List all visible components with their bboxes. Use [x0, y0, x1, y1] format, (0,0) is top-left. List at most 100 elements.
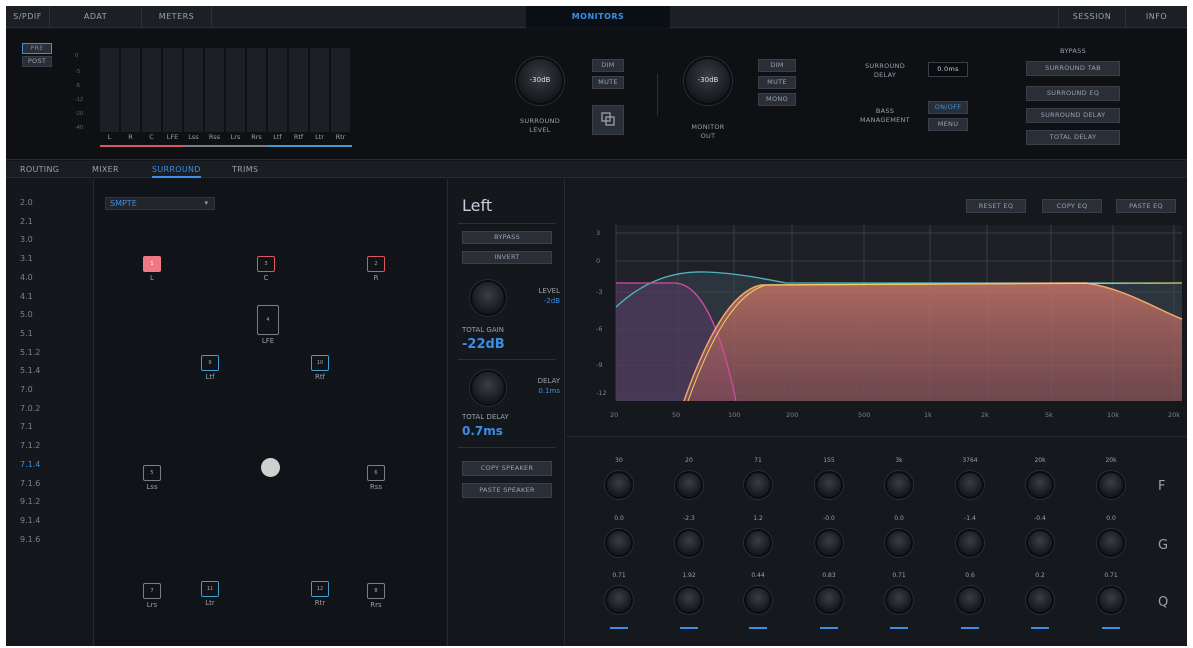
band-q-knob[interactable]	[956, 586, 984, 614]
band-gain-knob[interactable]	[956, 529, 984, 557]
paste-speaker-button[interactable]: PASTE SPEAKER	[462, 483, 552, 498]
bass-management-onoff-button[interactable]: ON/OFF	[928, 101, 968, 114]
copy-speaker-button[interactable]: COPY SPEAKER	[462, 461, 552, 476]
format-item-2-1[interactable]: 2.1	[20, 217, 33, 226]
channel-level-knob[interactable]	[470, 280, 506, 316]
monitor-mute-button[interactable]: MUTE	[758, 76, 796, 89]
tab-routing[interactable]: ROUTING	[20, 161, 59, 178]
pre-button[interactable]: PRE	[22, 43, 52, 54]
speaker-lss-button[interactable]: 5	[143, 465, 161, 481]
format-item-5-1-4[interactable]: 5.1.4	[20, 366, 40, 375]
speaker-l-button[interactable]: 1	[143, 256, 161, 272]
band-frequency-knob[interactable]	[815, 471, 843, 499]
band-q-knob[interactable]	[1097, 586, 1125, 614]
tab-monitors[interactable]: MONITORS	[526, 6, 670, 28]
tab-surround[interactable]: SURROUND	[152, 161, 201, 178]
tab-meters[interactable]: METERS	[142, 6, 212, 28]
speaker-rtr-button[interactable]: 12	[311, 581, 329, 597]
surround-mute-button[interactable]: MUTE	[592, 76, 624, 89]
post-button[interactable]: POST	[22, 56, 52, 67]
format-item-4-1[interactable]: 4.1	[20, 292, 33, 301]
band-gain-knob[interactable]	[885, 529, 913, 557]
band-q-knob[interactable]	[744, 586, 772, 614]
band-filter-type-indicator[interactable]	[820, 627, 838, 629]
format-item-3-0[interactable]: 3.0	[20, 235, 33, 244]
band-q-knob[interactable]	[1026, 586, 1054, 614]
monitor-mono-button[interactable]: MONO	[758, 93, 796, 106]
bass-management-menu-button[interactable]: MENU	[928, 118, 968, 131]
speaker-rrs-button[interactable]: 8	[367, 583, 385, 599]
band-frequency-knob[interactable]	[744, 471, 772, 499]
tab-adat[interactable]: ADAT	[50, 6, 142, 28]
tab-mixer[interactable]: MIXER	[92, 161, 119, 178]
format-item-7-0[interactable]: 7.0	[20, 385, 33, 394]
band-q-knob[interactable]	[885, 586, 913, 614]
band-frequency-knob[interactable]	[1097, 471, 1125, 499]
band-gain-knob[interactable]	[1026, 529, 1054, 557]
monitor-dim-button[interactable]: DIM	[758, 59, 796, 72]
layout-select[interactable]: SMPTE ▾	[105, 197, 215, 210]
band-gain-knob[interactable]	[815, 529, 843, 557]
eq-curve-graph[interactable]	[566, 179, 1187, 435]
band-gain-knob[interactable]	[1097, 529, 1125, 557]
surround-level-label: LEVEL	[529, 126, 551, 134]
tab-trims[interactable]: TRIMS	[232, 161, 258, 178]
surround-level-knob[interactable]: -30dB	[516, 57, 564, 105]
band-filter-type-indicator[interactable]	[680, 627, 698, 629]
format-item-7-1-2[interactable]: 7.1.2	[20, 441, 40, 450]
band-q-knob[interactable]	[605, 586, 633, 614]
band-gain-knob[interactable]	[675, 529, 703, 557]
format-item-9-1-2[interactable]: 9.1.2	[20, 497, 40, 506]
band-frequency-knob[interactable]	[1026, 471, 1054, 499]
format-item-2-0[interactable]: 2.0	[20, 198, 33, 207]
band-frequency-knob[interactable]	[885, 471, 913, 499]
surround-delay-field[interactable]: 0.0ms	[928, 62, 968, 77]
speaker-rss-button[interactable]: 6	[367, 465, 385, 481]
bypass-surround-eq-button[interactable]: SURROUND EQ	[1026, 86, 1120, 101]
surround-dim-button[interactable]: DIM	[592, 59, 624, 72]
monitor-out-knob[interactable]: -30dB	[684, 57, 732, 105]
bypass-surround-tab-button[interactable]: SURROUND TAB	[1026, 61, 1120, 76]
format-item-9-1-4[interactable]: 9.1.4	[20, 516, 40, 525]
band-frequency-knob[interactable]	[956, 471, 984, 499]
speaker-r-button[interactable]: 2	[367, 256, 385, 272]
listener-position-handle[interactable]	[261, 458, 280, 477]
speaker-lfe-button[interactable]: 4	[257, 305, 279, 335]
channel-bypass-button[interactable]: BYPASS	[462, 231, 552, 244]
band-gain-knob[interactable]	[605, 529, 633, 557]
format-item-4-0[interactable]: 4.0	[20, 273, 33, 282]
format-item-9-1-6[interactable]: 9.1.6	[20, 535, 40, 544]
bypass-total-delay-button[interactable]: TOTAL DELAY	[1026, 130, 1120, 145]
speaker-ltr-button[interactable]: 11	[201, 581, 219, 597]
format-item-7-1-4[interactable]: 7.1.4	[20, 460, 40, 469]
band-filter-type-indicator[interactable]	[961, 627, 979, 629]
format-item-7-0-2[interactable]: 7.0.2	[20, 404, 40, 413]
speaker-lrs-button[interactable]: 7	[143, 583, 161, 599]
band-frequency-knob[interactable]	[605, 471, 633, 499]
band-filter-type-indicator[interactable]	[1031, 627, 1049, 629]
band-filter-type-indicator[interactable]	[749, 627, 767, 629]
band-filter-type-indicator[interactable]	[890, 627, 908, 629]
band-filter-type-indicator[interactable]	[610, 627, 628, 629]
band-filter-type-indicator[interactable]	[1102, 627, 1120, 629]
format-item-3-1[interactable]: 3.1	[20, 254, 33, 263]
link-window-button[interactable]	[592, 105, 624, 135]
format-item-7-1-6[interactable]: 7.1.6	[20, 479, 40, 488]
band-q-knob[interactable]	[675, 586, 703, 614]
speaker-ltf-button[interactable]: 9	[201, 355, 219, 371]
speaker-rtf-button[interactable]: 10	[311, 355, 329, 371]
channel-invert-button[interactable]: INVERT	[462, 251, 552, 264]
format-item-5-1-2[interactable]: 5.1.2	[20, 348, 40, 357]
tab-info[interactable]: INFO	[1126, 6, 1187, 28]
speaker-c-button[interactable]: 3	[257, 256, 275, 272]
bypass-surround-delay-button[interactable]: SURROUND DELAY	[1026, 108, 1120, 123]
format-item-7-1[interactable]: 7.1	[20, 422, 33, 431]
band-q-knob[interactable]	[815, 586, 843, 614]
band-gain-knob[interactable]	[744, 529, 772, 557]
format-item-5-1[interactable]: 5.1	[20, 329, 33, 338]
tab-spdif[interactable]: S/PDIF	[6, 6, 50, 28]
channel-delay-knob[interactable]	[470, 370, 506, 406]
band-frequency-knob[interactable]	[675, 471, 703, 499]
tab-session[interactable]: SESSION	[1058, 6, 1126, 28]
format-item-5-0[interactable]: 5.0	[20, 310, 33, 319]
